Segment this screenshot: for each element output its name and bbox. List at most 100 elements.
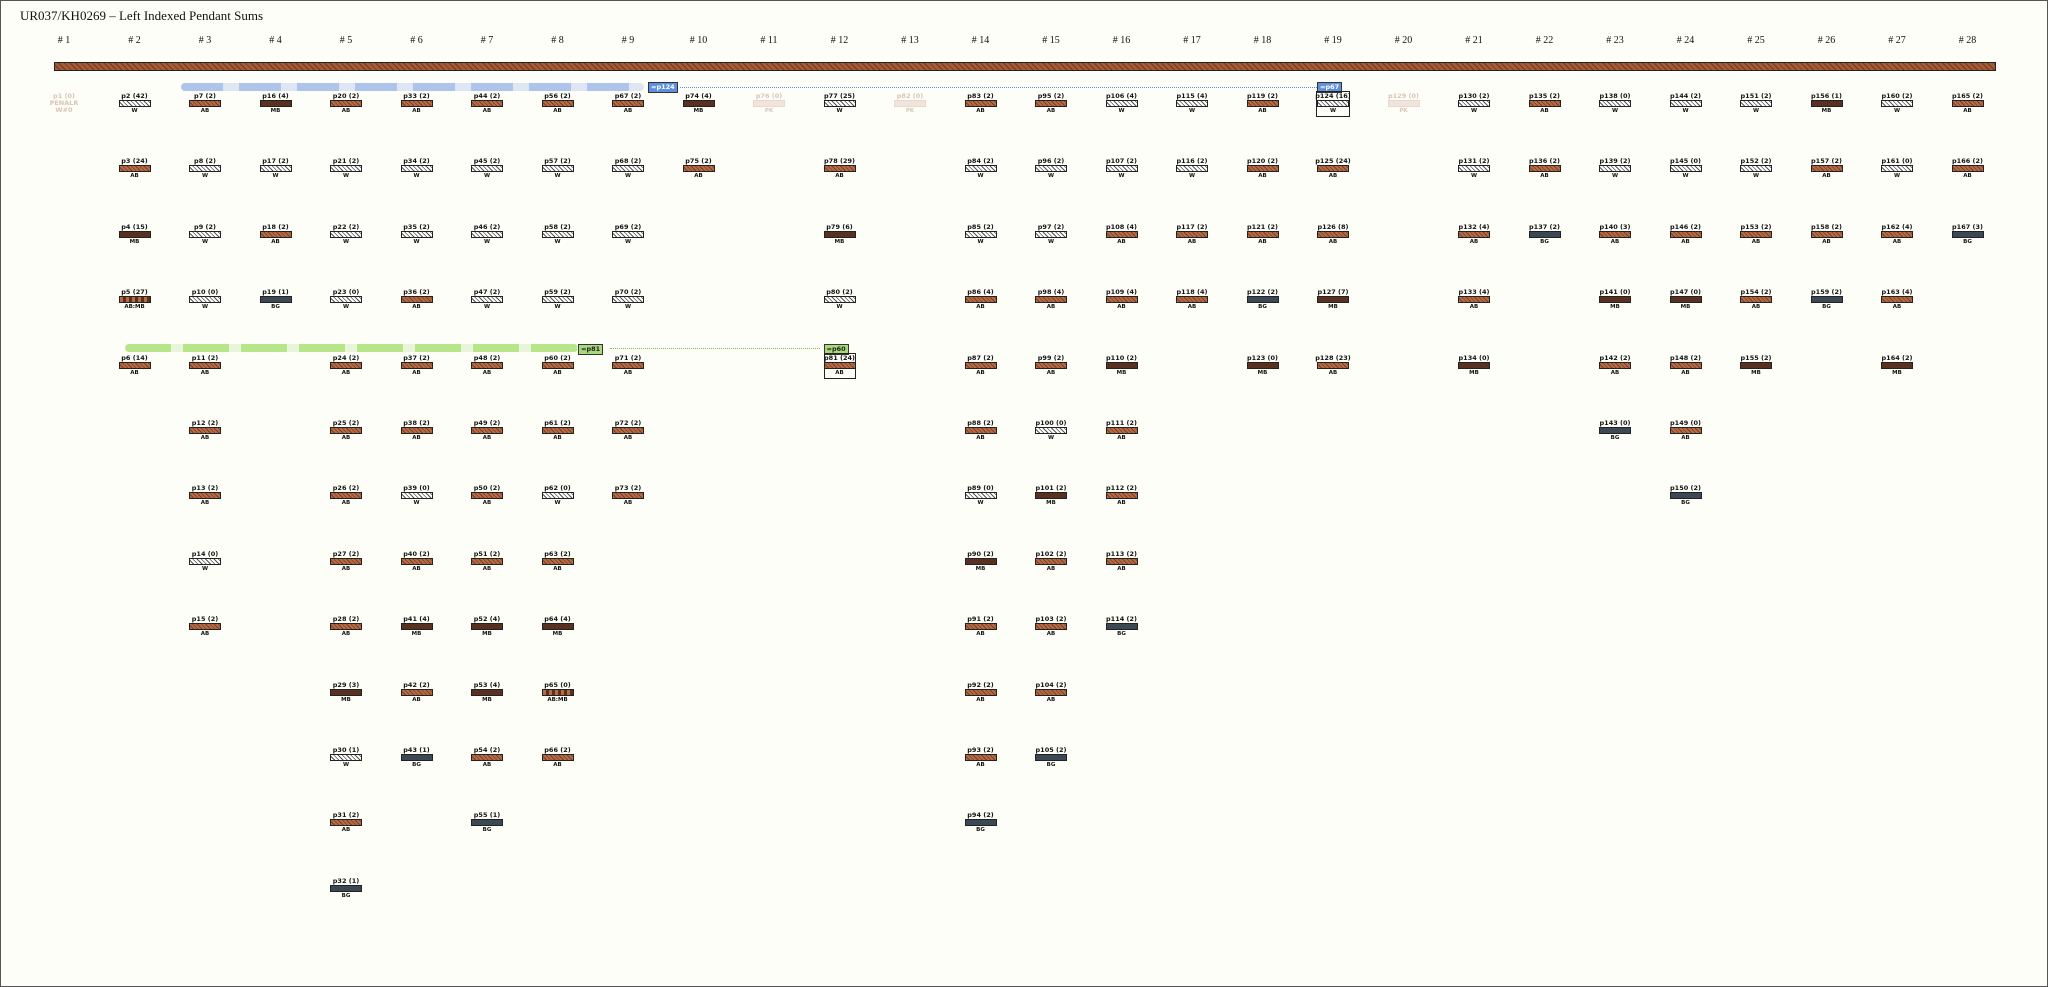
pendant-cord[interactable]: p130 (2) W <box>1441 93 1507 115</box>
pendant-cord[interactable]: p148 (2) AB <box>1653 354 1719 377</box>
pendant-cord[interactable]: p54 (2) AB <box>454 747 520 769</box>
pendant-cord[interactable]: p114 (2) BG <box>1089 616 1155 638</box>
pendant-cord[interactable]: p13 (2) AB <box>172 485 238 507</box>
pendant-cord[interactable]: p48 (2) AB <box>454 354 520 377</box>
pendant-cord[interactable]: p27 (2) AB <box>313 550 379 573</box>
pendant-cord[interactable]: p61 (2) AB <box>525 420 591 442</box>
pendant-cord[interactable]: p132 (4) AB <box>1441 223 1507 246</box>
pendant-cord[interactable]: p133 (4) AB <box>1441 289 1507 311</box>
pendant-cord[interactable]: p121 (2) AB <box>1230 223 1296 246</box>
pendant-cord[interactable]: p77 (25) W <box>807 93 873 115</box>
pendant-cord[interactable]: p40 (2) AB <box>384 550 450 573</box>
pendant-cord[interactable]: p43 (1) BG <box>384 747 450 769</box>
pendant-cord[interactable]: p156 (1) MB <box>1794 93 1860 115</box>
pendant-cord[interactable]: p37 (2) AB <box>384 354 450 377</box>
pendant-cord[interactable]: p90 (2) MB <box>948 550 1014 573</box>
pendant-cord[interactable]: p44 (2) AB <box>454 93 520 115</box>
pendant-cord[interactable]: p88 (2) AB <box>948 420 1014 442</box>
pendant-cord[interactable]: p41 (4) MB <box>384 616 450 638</box>
pendant-cord[interactable]: p93 (2) AB <box>948 747 1014 769</box>
pendant-cord[interactable]: p162 (4) AB <box>1864 223 1930 246</box>
pendant-cord[interactable]: p36 (2) AB <box>384 289 450 311</box>
pendant-cord[interactable]: p69 (2) W <box>595 223 661 246</box>
pendant-cord[interactable]: p62 (0) W <box>525 485 591 507</box>
pendant-cord[interactable]: p110 (2) MB <box>1089 354 1155 377</box>
pendant-cord[interactable]: p120 (2) AB <box>1230 158 1296 180</box>
pendant-cord[interactable]: p22 (2) W <box>313 223 379 246</box>
pendant-cord[interactable]: p125 (24) AB <box>1300 158 1366 180</box>
pendant-cord[interactable]: p99 (2) AB <box>1018 354 1084 377</box>
pendant-cord[interactable]: p117 (2) AB <box>1159 223 1225 246</box>
pendant-cord[interactable]: p109 (4) AB <box>1089 289 1155 311</box>
pendant-cord[interactable]: p71 (2) AB <box>595 354 661 377</box>
pendant-cord[interactable]: p73 (2) AB <box>595 485 661 507</box>
pendant-cord[interactable]: p124 (16) W <box>1300 93 1366 115</box>
pendant-cord[interactable]: p83 (2) AB <box>948 93 1014 115</box>
pendant-cord[interactable]: p87 (2) AB <box>948 354 1014 377</box>
pendant-cord[interactable]: p139 (2) W <box>1582 158 1648 180</box>
pendant-cord[interactable]: p39 (0) W <box>384 485 450 507</box>
pendant-cord[interactable]: p8 (2) W <box>172 158 238 180</box>
pendant-cord[interactable]: p9 (2) W <box>172 223 238 246</box>
pendant-cord[interactable]: p23 (0) W <box>313 289 379 311</box>
pendant-cord[interactable]: p108 (4) AB <box>1089 223 1155 246</box>
pendant-cord[interactable]: p160 (2) W <box>1864 93 1930 115</box>
pendant-cord[interactable]: p1 (0) PENALR W#0 <box>31 93 97 114</box>
pendant-cord[interactable]: p166 (2) AB <box>1935 158 2001 180</box>
pendant-cord[interactable]: p115 (4) W <box>1159 93 1225 115</box>
pendant-cord[interactable]: p26 (2) AB <box>313 485 379 507</box>
pendant-cord[interactable]: p47 (2) W <box>454 289 520 311</box>
pendant-cord[interactable]: p152 (2) W <box>1723 158 1789 180</box>
pendant-cord[interactable]: p3 (24) AB <box>102 158 168 180</box>
pendant-cord[interactable]: p7 (2) AB <box>172 93 238 115</box>
pendant-cord[interactable]: p18 (2) AB <box>243 223 309 246</box>
pendant-cord[interactable]: p116 (2) W <box>1159 158 1225 180</box>
pendant-cord[interactable]: p136 (2) AB <box>1512 158 1578 180</box>
pendant-cord[interactable]: p100 (0) W <box>1018 420 1084 442</box>
pendant-cord[interactable]: p51 (2) AB <box>454 550 520 573</box>
pendant-cord[interactable]: p24 (2) AB <box>313 354 379 377</box>
pendant-cord[interactable]: p131 (2) W <box>1441 158 1507 180</box>
pendant-cord[interactable]: p52 (4) MB <box>454 616 520 638</box>
pendant-cord[interactable]: p111 (2) AB <box>1089 420 1155 442</box>
pendant-cord[interactable]: p76 (0) PK <box>736 93 802 115</box>
pendant-cord[interactable]: p94 (2) BG <box>948 812 1014 834</box>
pendant-cord[interactable]: p74 (4) MB <box>666 93 732 115</box>
pendant-cord[interactable]: p129 (0) PK <box>1371 93 1437 115</box>
pendant-cord[interactable]: p63 (2) AB <box>525 550 591 573</box>
pendant-cord[interactable]: p53 (4) MB <box>454 681 520 704</box>
pendant-cord[interactable]: p86 (4) AB <box>948 289 1014 311</box>
pendant-cord[interactable]: p34 (2) W <box>384 158 450 180</box>
pendant-cord[interactable]: p81 (24) AB <box>807 354 873 377</box>
pendant-cord[interactable]: p92 (2) AB <box>948 681 1014 704</box>
pendant-cord[interactable]: p20 (2) AB <box>313 93 379 115</box>
pendant-cord[interactable]: p146 (2) AB <box>1653 223 1719 246</box>
pendant-cord[interactable]: p49 (2) AB <box>454 420 520 442</box>
pendant-cord[interactable]: p118 (4) AB <box>1159 289 1225 311</box>
pendant-cord[interactable]: p32 (1) BG <box>313 877 379 900</box>
pendant-cord[interactable]: p154 (2) AB <box>1723 289 1789 311</box>
pendant-cord[interactable]: p67 (2) AB <box>595 93 661 115</box>
pendant-cord[interactable]: p68 (2) W <box>595 158 661 180</box>
pendant-cord[interactable]: p122 (2) BG <box>1230 289 1296 311</box>
pendant-cord[interactable]: p50 (2) AB <box>454 485 520 507</box>
pendant-cord[interactable]: p98 (4) AB <box>1018 289 1084 311</box>
pendant-cord[interactable]: p58 (2) W <box>525 223 591 246</box>
pendant-cord[interactable]: p15 (2) AB <box>172 616 238 638</box>
pendant-cord[interactable]: p119 (2) AB <box>1230 93 1296 115</box>
pendant-cord[interactable]: p101 (2) MB <box>1018 485 1084 507</box>
pendant-cord[interactable]: p30 (1) W <box>313 747 379 769</box>
pendant-cord[interactable]: p72 (2) AB <box>595 420 661 442</box>
pendant-cord[interactable]: p104 (2) AB <box>1018 681 1084 704</box>
pendant-cord[interactable]: p29 (3) MB <box>313 681 379 704</box>
pendant-cord[interactable]: p59 (2) W <box>525 289 591 311</box>
pendant-cord[interactable]: p127 (7) MB <box>1300 289 1366 311</box>
pendant-cord[interactable]: p97 (2) W <box>1018 223 1084 246</box>
pendant-cord[interactable]: p89 (0) W <box>948 485 1014 507</box>
pendant-cord[interactable]: p56 (2) AB <box>525 93 591 115</box>
pendant-cord[interactable]: p147 (0) MB <box>1653 289 1719 311</box>
pendant-cord[interactable]: p138 (0) W <box>1582 93 1648 115</box>
pendant-cord[interactable]: p28 (2) AB <box>313 616 379 638</box>
pendant-cord[interactable]: p112 (2) AB <box>1089 485 1155 507</box>
pendant-cord[interactable]: p79 (6) MB <box>807 223 873 246</box>
